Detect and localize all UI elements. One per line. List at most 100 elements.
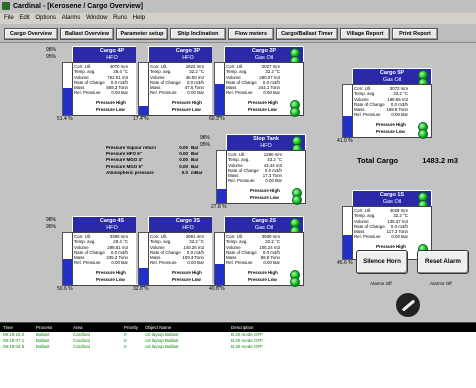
pressure-low-led-icon — [290, 277, 300, 287]
nav-village-report-button[interactable]: Village Report — [340, 28, 390, 40]
event-log-header: Time Process Area Priority Object Name D… — [0, 323, 476, 332]
tank-cargo-5p[interactable]: Cargo 5P Gas Oil Corr. Ull. 3072 mm Temp. a… — [337, 68, 434, 144]
tank-value-row: Rel. Pressure 0.00 Bar — [150, 90, 204, 95]
tank-values: Corr. Ull. 2027 mm Temp. avg. 32.2 °C Volume… — [226, 64, 280, 96]
tank-value-label: Rel. Pressure — [74, 260, 101, 266]
tank-level-fill — [343, 115, 352, 137]
high-level-label: 98% — [46, 217, 57, 223]
tank-value: 0.00 Bar — [263, 90, 280, 96]
tank-value: 0.00 Bar — [187, 90, 204, 96]
high-high-level-label: 95% — [46, 54, 57, 60]
tank-level-fill — [139, 267, 148, 285]
column-header-description[interactable]: Description — [231, 323, 476, 332]
reset-status-label: Alarms Off — [430, 281, 452, 286]
tank-level-fill — [215, 83, 224, 115]
menu-file[interactable]: File — [4, 15, 14, 21]
tank-value: 0.00 Bar — [111, 90, 128, 96]
pressure-high-label: Pressure High — [96, 270, 126, 275]
tank-value: 0.00 Bar — [265, 178, 282, 184]
tank-fill-percent: 50.6 % — [57, 286, 73, 292]
menu-runs[interactable]: Runs — [113, 15, 127, 21]
tank-value-row: Rel. Pressure 0.00 Bar — [228, 178, 282, 183]
high-level-label: 98% — [46, 47, 57, 53]
tank-value-label: Rel. Pressure — [226, 90, 253, 96]
pressure-low-led-icon — [290, 107, 300, 117]
tank-values: Corr. Ull. 1822 mm Temp. avg. 32.2 °C Volume… — [150, 64, 204, 96]
tank-fill-percent: 40.8 % — [209, 286, 225, 292]
tank-value-row: Rel. Pressure 0.00 Bar — [74, 90, 128, 95]
pressure-high-label: Pressure High — [376, 244, 406, 249]
nav-cargo-ballast-timer-button[interactable]: Cargo/Ballast Timer — [276, 28, 338, 40]
tank-value-label: Rel. Pressure — [150, 90, 177, 96]
high-high-level-label: 95% — [46, 224, 57, 230]
pressure-low-led-icon — [418, 129, 428, 139]
pressure-low-label: Pressure Low — [172, 107, 201, 112]
tank-cargo-2s[interactable]: Cargo 2S Gas Oil Corr. Ull. 3930 mm Temp. a… — [209, 216, 306, 292]
tank-fill-percent: 60.3 % — [209, 116, 225, 122]
tank-value-row: Rel. Pressure 0.00 Bar — [226, 90, 280, 95]
menu-help[interactable]: Help — [133, 15, 145, 21]
tank-value-row: Rel. Pressure 0.00 Bar — [150, 260, 204, 265]
tank-cargo-2p[interactable]: Cargo 2P Gas Oil Corr. Ull. 2027 mm Temp. a… — [209, 46, 306, 122]
tank-value-row: Rel. Pressure 0.00 Bar — [354, 112, 408, 117]
reset-alarm-button[interactable]: Reset Alarm — [417, 250, 469, 274]
column-header-time[interactable]: Time — [0, 323, 36, 332]
menu-window[interactable]: Window — [86, 15, 107, 21]
navigation-bar: Cargo Overview Ballast Overview Paramete… — [0, 24, 476, 43]
tank-value: 0.00 Bar — [187, 260, 204, 266]
pressure-high-label: Pressure High — [172, 100, 202, 105]
pressure-high-label: Pressure High — [248, 270, 278, 275]
event-row[interactable]: 09:19:04.6 Ballast Cardinal 0 csl laytop Bal… — [0, 344, 476, 350]
pressure-low-label: Pressure Low — [96, 277, 125, 282]
tank-values: Corr. Ull. 4028 mm Temp. avg. 32.2 °C Volume… — [354, 208, 408, 240]
pressure-high-label: Pressure High — [248, 100, 278, 105]
nav-ballast-overview-button[interactable]: Ballast Overview — [60, 28, 114, 40]
tank-value-label: Rel. Pressure — [150, 260, 177, 266]
tank-fill-percent: 17.4 % — [133, 116, 149, 122]
tank-value-label: Rel. Pressure — [354, 112, 381, 118]
pressure-high-label: Pressure High — [250, 188, 280, 193]
tank-fill-percent: 27.8 % — [211, 204, 227, 210]
tank-values: Corr. Ull. 1280 mm Temp. avg. 43.2 °C Volume… — [228, 152, 282, 184]
pressure-high-label: Pressure High — [96, 100, 126, 105]
pressure-high-label: Pressure High — [172, 270, 202, 275]
column-header-area[interactable]: Area — [73, 323, 124, 332]
tank-values: Corr. Ull. 3991 mm Temp. avg. 32.2 °C Volume… — [150, 234, 204, 266]
tank-level-fill — [63, 258, 72, 285]
silence-horn-button[interactable]: Silence Horn — [356, 250, 408, 274]
tank-values: Corr. Ull. 3072 mm Temp. avg. 32.2 °C Volume… — [354, 86, 408, 118]
column-header-process[interactable]: Process — [36, 323, 73, 332]
tank-level-fill — [139, 105, 148, 115]
tank-level-fill — [63, 88, 72, 115]
tank-value-label: Rel. Pressure — [226, 260, 253, 266]
column-header-priority[interactable]: Priority — [124, 323, 145, 332]
nav-cargo-overview-button[interactable]: Cargo Overview — [4, 28, 58, 40]
column-header-object-name[interactable]: Object Name — [145, 323, 231, 332]
tank-values: Corr. Ull. 3380 mm Temp. avg. 28.4 °C Volume… — [74, 234, 128, 266]
tank-level-fill — [217, 188, 226, 203]
silence-status-label: Alarms Off — [370, 281, 392, 286]
pressure-low-led-icon — [292, 195, 302, 205]
nav-print-report-button[interactable]: Print Report — [392, 28, 438, 40]
tank-level-fill — [215, 263, 224, 285]
menu-options[interactable]: Options — [35, 15, 56, 21]
event-log: Time Process Area Priority Object Name D… — [0, 322, 476, 388]
tank-value-label: Rel. Pressure — [74, 90, 101, 96]
tank-fill-percent: 51.4 % — [57, 116, 73, 122]
menu-edit[interactable]: Edit — [19, 15, 29, 21]
nav-ship-inclination-button[interactable]: Ship Inclination — [170, 28, 226, 40]
tank-fill-percent: 45.6 % — [337, 260, 353, 266]
line-pressures: Pressure Vapour return 0.00 Bar Pressure H… — [106, 145, 226, 176]
tank-cargo-1s[interactable]: Cargo 1S Gas Oil Corr. Ull. 4028 mm Temp. a… — [337, 190, 434, 266]
nav-flow-meters-button[interactable]: Flow meters — [228, 28, 274, 40]
tank-slop[interactable]: 98% 95% Slop Tank HFO Corr. Ull. 1280 mm Te… — [200, 134, 308, 210]
menu-alarms[interactable]: Alarms — [62, 15, 81, 21]
alarm-key-switch-icon[interactable] — [396, 293, 420, 317]
nav-parameter-setup-button[interactable]: Parameter setup — [116, 28, 168, 40]
pressure-low-label: Pressure Low — [96, 107, 125, 112]
tank-value-label: Rel. Pressure — [228, 178, 255, 184]
tank-value-row: Rel. Pressure 0.00 Bar — [354, 234, 408, 239]
total-cargo-value: 1483.2 m3 — [422, 156, 459, 165]
pressure-low-label: Pressure Low — [248, 277, 277, 282]
total-cargo-label: Total Cargo — [357, 156, 399, 165]
